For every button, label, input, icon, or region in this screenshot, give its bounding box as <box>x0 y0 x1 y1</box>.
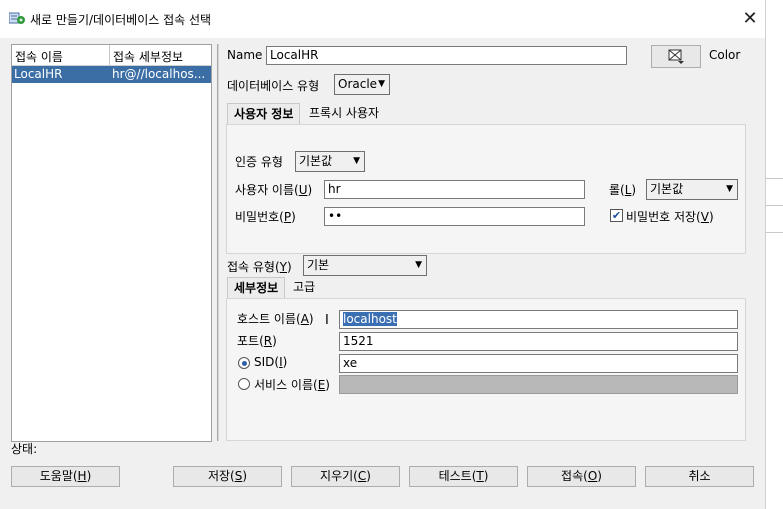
sid-radio[interactable] <box>238 357 250 369</box>
color-picker-icon <box>667 49 685 68</box>
conn-type-value: 기본 <box>307 258 330 272</box>
tab-details[interactable]: 세부정보 <box>227 277 286 298</box>
sid-label: SID(I) <box>254 355 288 369</box>
password-label: 비밀번호(P) <box>235 210 296 224</box>
role-select[interactable]: 기본값 ▼ <box>646 179 738 200</box>
name-input[interactable]: LocalHR <box>266 46 627 65</box>
chevron-down-icon: ▼ <box>353 156 360 166</box>
conn-type-select[interactable]: 기본 ▼ <box>303 255 427 276</box>
close-button[interactable]: ✕ <box>738 7 762 31</box>
connect-button[interactable]: 접속(O) <box>527 466 636 487</box>
service-label: 서비스 이름(E) <box>254 378 330 392</box>
username-label: 사용자 이름(U) <box>235 183 313 197</box>
status-label: 상태: <box>11 442 38 456</box>
auth-type-select[interactable]: 기본값 ▼ <box>295 151 365 172</box>
save-password-checkbox[interactable]: ✔ <box>610 209 623 222</box>
background-window-edge <box>765 0 783 509</box>
name-label: Name <box>227 48 263 62</box>
tab-user-info[interactable]: 사용자 정보 <box>227 103 301 124</box>
column-header-details[interactable]: 접속 세부정보 <box>113 48 183 65</box>
service-radio[interactable] <box>238 378 250 390</box>
test-button[interactable]: 테스트(T) <box>409 466 518 487</box>
color-label: Color <box>709 48 741 62</box>
conn-type-label: 접속 유형(Y) <box>227 260 292 274</box>
connection-list[interactable]: 접속 이름 접속 세부정보 LocalHR hr@//localhos... <box>11 44 212 442</box>
window-title: 새로 만들기/데이터베이스 접속 선택 <box>30 13 212 27</box>
dbtype-value: Oracle <box>338 77 378 91</box>
save-button[interactable]: 저장(S) <box>173 466 282 487</box>
role-label: 롤(L) <box>609 183 637 197</box>
dbtype-label: 데이터베이스 유형 <box>227 79 320 93</box>
auth-type-value: 기본값 <box>299 154 333 168</box>
help-button[interactable]: 도움말(H) <box>11 466 120 487</box>
tab-proxy-user[interactable]: 프록시 사용자 <box>303 103 385 124</box>
connection-details: hr@//localhos... <box>112 67 206 81</box>
chevron-down-icon: ▼ <box>726 184 733 194</box>
chevron-down-icon: ▼ <box>415 260 422 270</box>
splitter[interactable] <box>217 44 219 441</box>
host-label: 호스트 이름(A) <box>237 312 314 326</box>
service-input <box>339 375 738 394</box>
cancel-button[interactable]: 취소 <box>645 466 754 487</box>
text-cursor-icon: I <box>325 313 329 328</box>
port-label: 포트(R) <box>237 334 277 348</box>
role-value: 기본값 <box>650 182 684 196</box>
save-password-label: 비밀번호 저장(V) <box>626 210 714 224</box>
username-input[interactable]: hr <box>324 180 585 199</box>
dbtype-select[interactable]: Oracle ▼ <box>334 74 390 95</box>
sid-input[interactable]: xe <box>339 354 738 373</box>
host-value: localhost <box>343 312 397 326</box>
clear-button[interactable]: 지우기(C) <box>291 466 400 487</box>
port-input[interactable]: 1521 <box>339 332 738 351</box>
connection-row[interactable]: LocalHR hr@//localhos... <box>12 66 211 83</box>
chevron-down-icon: ▼ <box>378 79 385 89</box>
password-input[interactable]: •• <box>324 207 585 226</box>
color-button[interactable] <box>651 45 701 68</box>
app-icon <box>8 11 25 25</box>
tab-advanced[interactable]: 고급 <box>287 277 321 298</box>
connection-list-header: 접속 이름 접속 세부정보 <box>12 45 211 66</box>
connection-name: LocalHR <box>14 67 63 81</box>
host-input[interactable]: localhost <box>339 310 738 329</box>
auth-type-label: 인증 유형 <box>235 155 283 169</box>
column-header-name[interactable]: 접속 이름 <box>15 48 63 65</box>
